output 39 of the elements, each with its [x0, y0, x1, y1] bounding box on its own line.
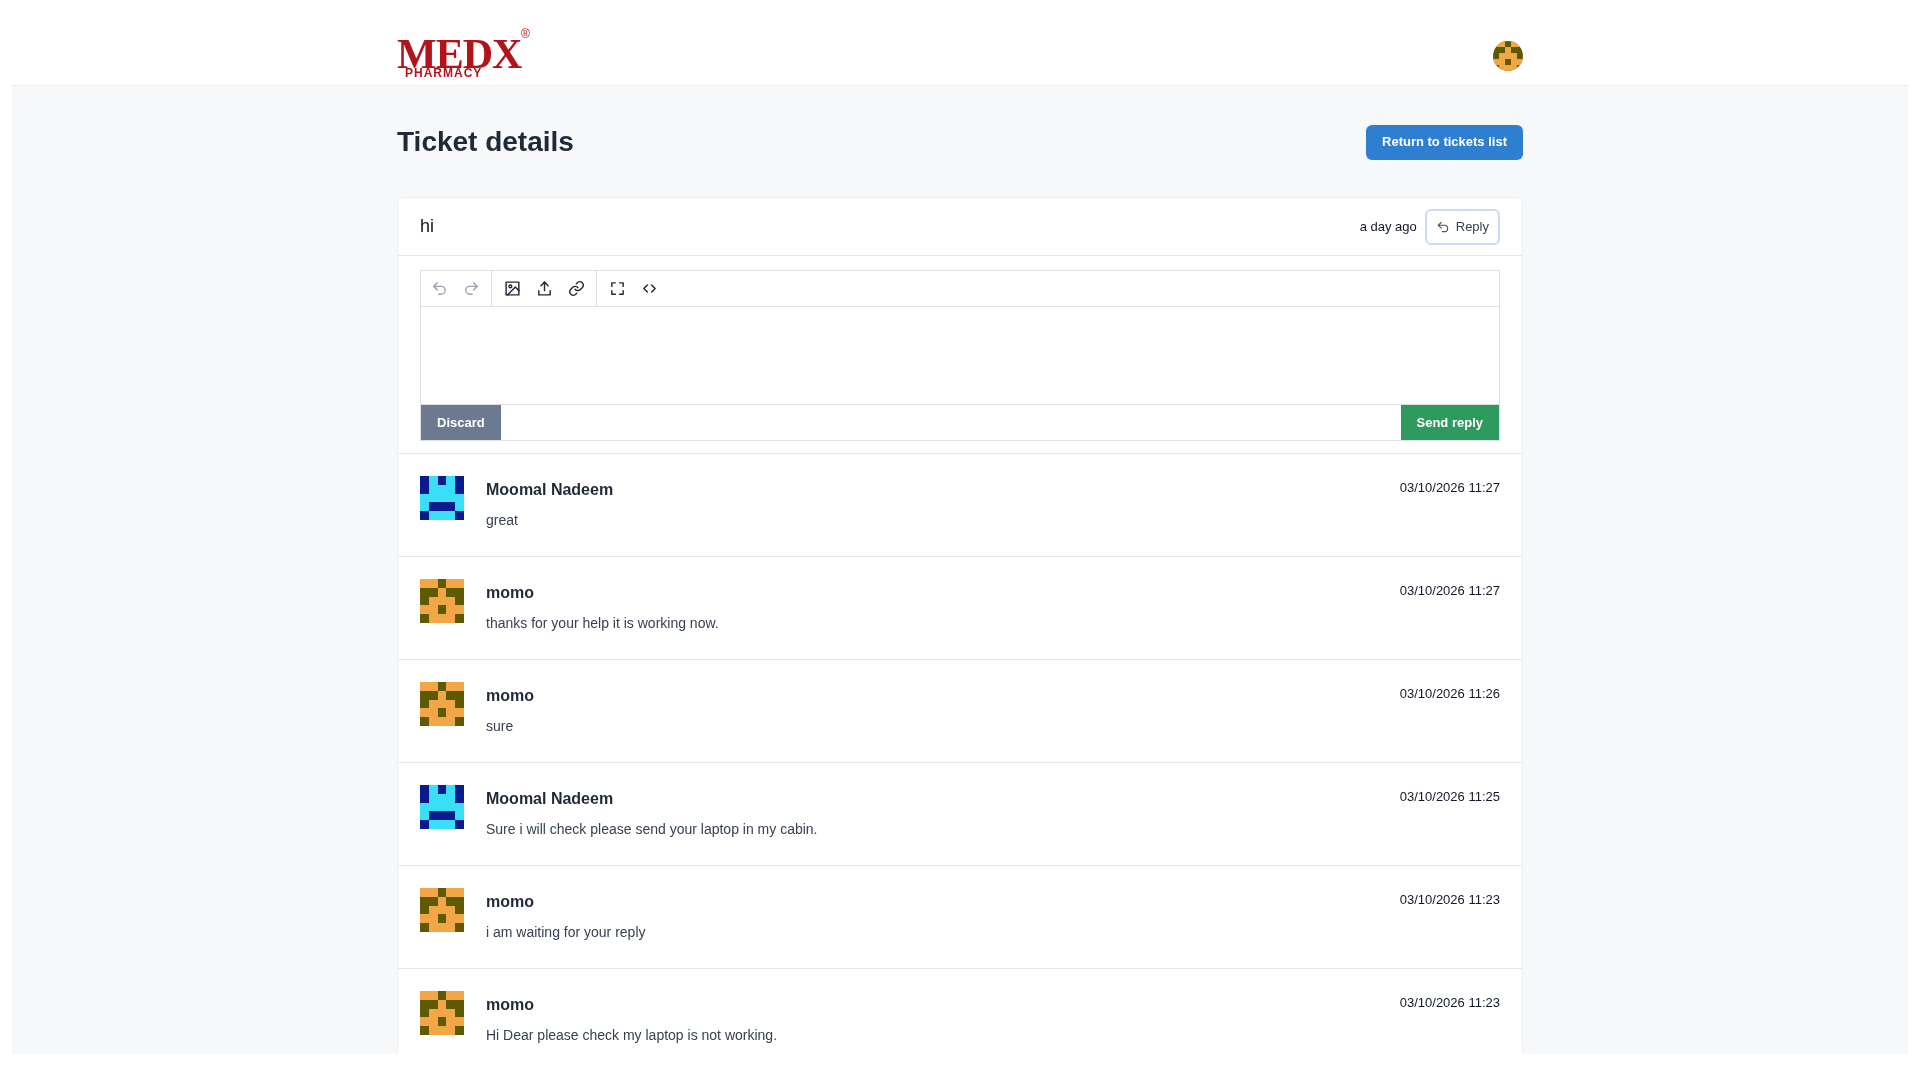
- avatar-icon: [420, 785, 464, 829]
- reply-icon: [1435, 219, 1450, 234]
- avatar-icon: [420, 888, 464, 932]
- fullscreen-icon: [608, 280, 626, 297]
- avatar-icon: [420, 579, 464, 623]
- message-time: 03/10/2026 11:26: [1399, 685, 1500, 703]
- author-name: momo: [486, 995, 534, 1015]
- avatar-icon: [420, 682, 464, 726]
- message-time: 03/10/2026 11:23: [1399, 994, 1500, 1012]
- message-time: 03/10/2026 11:27: [1399, 479, 1500, 497]
- ticket-subject: hi: [420, 215, 434, 238]
- upload-icon: [535, 280, 553, 297]
- author-name: momo: [486, 583, 534, 603]
- author-name: momo: [486, 892, 534, 912]
- avatar-icon: [1493, 40, 1523, 71]
- link-icon: [567, 280, 585, 297]
- message-text: i am waiting for your reply: [486, 923, 647, 942]
- message-text: Hi Dear please check my laptop is not working.: [486, 1026, 779, 1045]
- message-time: 03/10/2026 11:27: [1399, 582, 1500, 600]
- message-time: 03/10/2026 11:23: [1399, 891, 1500, 909]
- avatar-icon: [420, 476, 464, 520]
- message-text: thanks for your help it is working now.: [486, 614, 720, 633]
- message-time: 03/10/2026 11:25: [1399, 788, 1500, 806]
- message-text: sure: [486, 717, 515, 736]
- send-reply-button[interactable]: Send reply: [1400, 405, 1499, 440]
- ticket-time: a day ago: [1359, 217, 1417, 236]
- author-name: Moomal Nadeem: [486, 480, 614, 500]
- undo-icon: [430, 280, 448, 297]
- return-button[interactable]: Return to tickets list: [1366, 124, 1523, 160]
- message-text: Sure i will check please send your laptop in my cabin.: [486, 820, 819, 839]
- author-name: Moomal Nadeem: [486, 789, 614, 809]
- reply-button[interactable]: Reply: [1424, 208, 1500, 245]
- image-icon: [503, 280, 521, 297]
- page-title: Ticket details: [397, 125, 574, 159]
- redo-icon: [462, 280, 480, 297]
- avatar-icon: [420, 991, 464, 1035]
- author-name: momo: [486, 686, 534, 706]
- discard-button[interactable]: Discard: [421, 405, 501, 440]
- message-text: great: [486, 511, 519, 530]
